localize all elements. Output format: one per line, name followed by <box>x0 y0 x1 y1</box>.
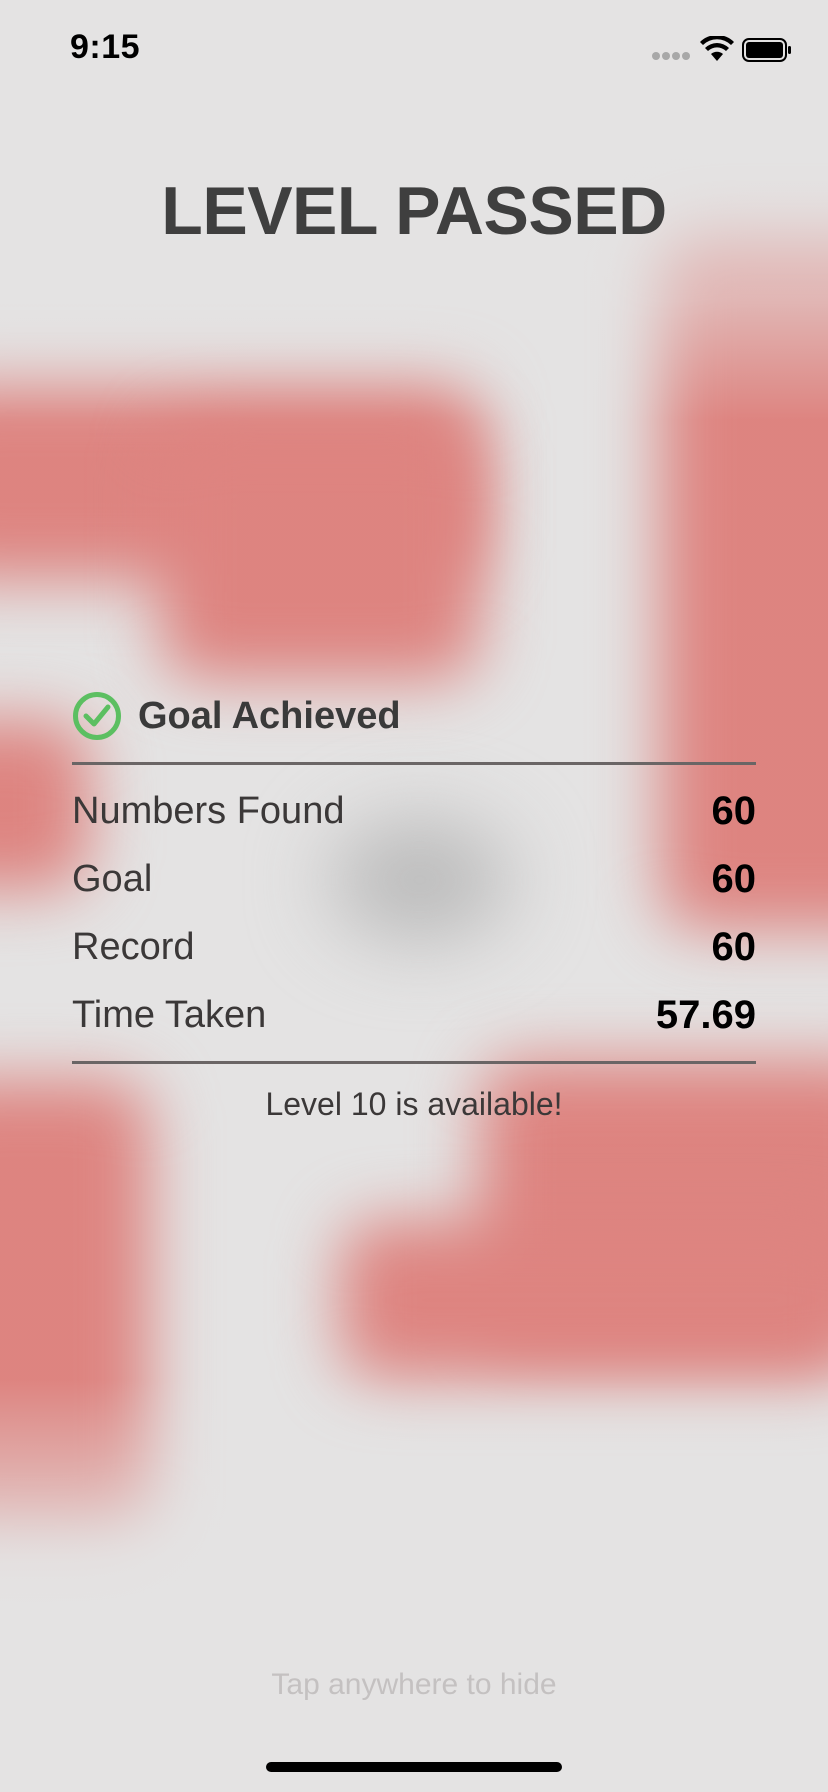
status-time: 9:15 <box>70 28 141 66</box>
stat-row-goal: Goal 60 <box>72 845 756 913</box>
wifi-icon <box>700 36 734 61</box>
stat-label: Time Taken <box>72 993 267 1036</box>
divider <box>72 1061 756 1064</box>
tap-to-hide-hint[interactable]: Tap anywhere to hide <box>0 1668 828 1702</box>
home-indicator[interactable] <box>266 1762 562 1772</box>
stat-label: Numbers Found <box>72 789 345 832</box>
level-unlocked-message: Level 10 is available! <box>265 1086 563 1122</box>
check-circle-icon <box>73 692 121 740</box>
stat-value: 57.69 <box>655 992 756 1037</box>
stat-value: 60 <box>711 856 757 901</box>
stat-row-numbers-found: Numbers Found 60 <box>72 777 756 845</box>
stat-value: 60 <box>711 924 757 969</box>
stat-label: Record <box>72 925 195 968</box>
results-panel: Goal Achieved Numbers Found 60 Goal 60 R… <box>72 688 756 1123</box>
stat-label: Goal <box>72 857 153 900</box>
status-bar: 9:15 <box>0 0 828 100</box>
page-title: LEVEL PASSED <box>161 173 667 249</box>
stat-value: 60 <box>711 788 757 833</box>
stat-row-record: Record 60 <box>72 913 756 981</box>
stat-row-time-taken: Time Taken 57.69 <box>72 981 756 1049</box>
battery-icon <box>742 38 791 62</box>
cellular-signal-icon <box>652 52 692 62</box>
goal-status: Goal Achieved <box>72 688 756 744</box>
stats-list: Numbers Found 60 Goal 60 Record 60 Time … <box>72 765 756 1061</box>
goal-status-label: Goal Achieved <box>138 694 401 737</box>
